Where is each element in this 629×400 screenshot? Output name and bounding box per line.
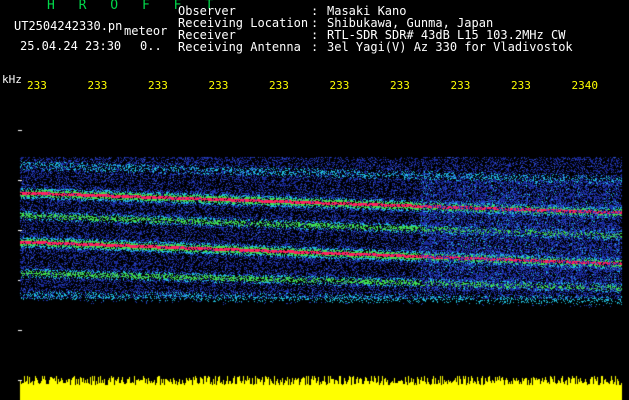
x-tick-label: 233 bbox=[390, 79, 410, 92]
x-tick-label: 233 bbox=[511, 79, 531, 92]
datetime-suffix: 0.. bbox=[140, 39, 162, 53]
x-tick-label: 2340 bbox=[571, 79, 599, 92]
separator: : bbox=[311, 40, 319, 54]
y-axis-label: kHz bbox=[2, 73, 22, 86]
file-name: UT2504242330.pn bbox=[14, 19, 123, 33]
x-tick-label: 233 bbox=[208, 79, 229, 92]
spectrogram-canvas bbox=[0, 92, 629, 400]
observation-datetime: 25.04.24 23:30 bbox=[20, 39, 122, 53]
x-tick-label: 233 bbox=[148, 79, 168, 92]
x-tick-label: 233 bbox=[269, 79, 289, 92]
file-tag: meteor bbox=[124, 24, 168, 38]
x-tick-label: 233 bbox=[27, 79, 47, 92]
antenna-label: Receiving Antenna bbox=[178, 40, 301, 54]
antenna-value: 3el Yagi(V) Az 330 for Vladivostok bbox=[327, 40, 573, 54]
x-tick-label: 233 bbox=[329, 79, 350, 92]
x-tick-label: 233 bbox=[450, 79, 471, 92]
x-tick-label: 233 bbox=[87, 79, 108, 92]
